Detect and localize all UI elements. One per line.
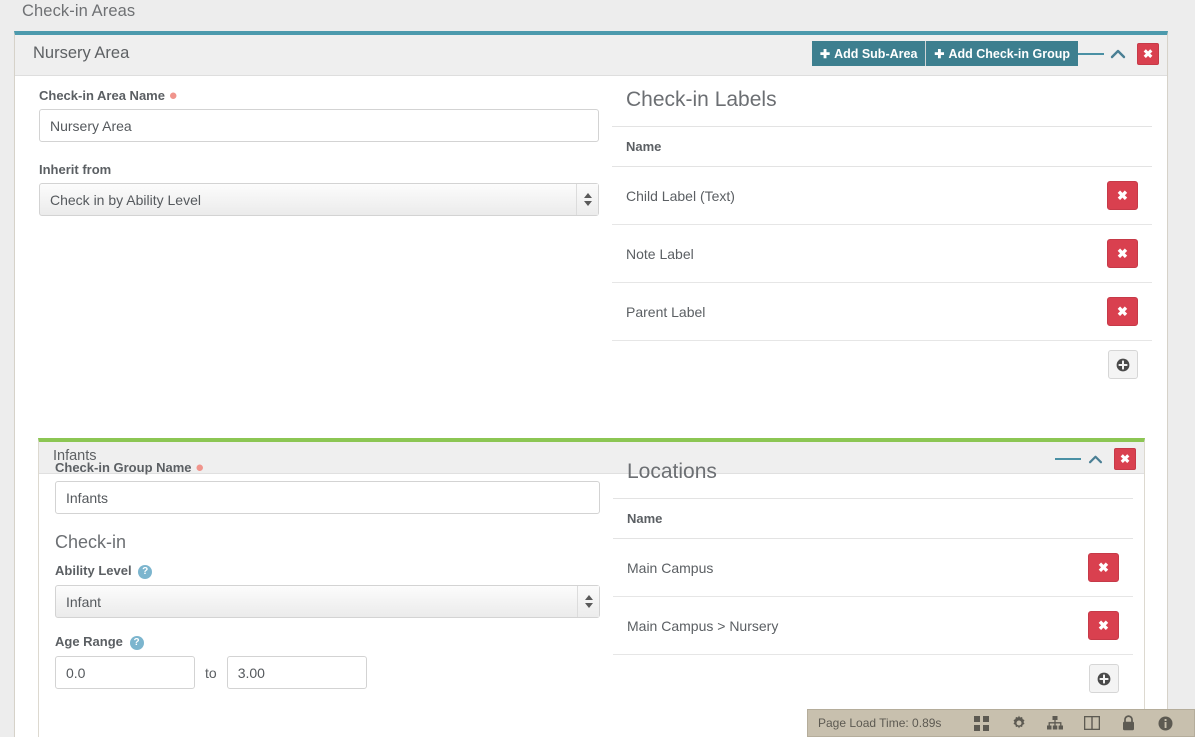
checkin-labels-heading: Check-in Labels (626, 88, 1152, 112)
page-load-time: Page Load Time: 0.89s (818, 716, 941, 730)
page-root: Check-in Areas Nursery Area ✚ Add Sub-Ar… (0, 0, 1195, 737)
checkin-group-name-label-text: Check-in Group Name (55, 460, 192, 475)
location-name: Main Campus (613, 539, 1073, 597)
checkin-group-name-input[interactable] (55, 481, 600, 514)
row-actions: ✖ (1092, 283, 1152, 341)
area-toolbar: ✚ Add Sub-Area ✚ Add Check-in Group ✖ (812, 41, 1159, 66)
checkin-area-name-label-text: Check-in Area Name (39, 88, 165, 103)
add-checkin-group-button[interactable]: ✚ Add Check-in Group (925, 41, 1078, 66)
plus-circle-icon (1097, 672, 1111, 686)
sitemap-icon[interactable] (1037, 710, 1074, 736)
locations-table: Name Main Campus ✖ (613, 498, 1133, 655)
area-panel-header: Nursery Area ✚ Add Sub-Area ✚ Add Check-… (15, 35, 1167, 76)
checkin-labels-table: Name Child Label (Text) ✖ Note Label (612, 126, 1152, 341)
area-form-column: Check-in Area Name ● Inherit from Check … (39, 88, 599, 216)
help-icon[interactable]: ? (130, 636, 144, 650)
area-title: Nursery Area (33, 44, 129, 63)
table-row: Parent Label ✖ (612, 283, 1152, 341)
age-max-input[interactable] (227, 656, 367, 689)
inherit-from-label: Inherit from (39, 162, 599, 177)
table-row: Main Campus ✖ (613, 539, 1133, 597)
table-row: Note Label ✖ (612, 225, 1152, 283)
delete-row-button[interactable]: ✖ (1107, 239, 1138, 268)
ability-level-select-wrapper: Infant (55, 585, 600, 618)
row-actions: ✖ (1092, 167, 1152, 225)
locations-column: Locations Name Main Campus (613, 460, 1133, 693)
label-name: Parent Label (612, 283, 1092, 341)
page-title: Check-in Areas (22, 2, 135, 21)
add-sub-area-label: Add Sub-Area (834, 47, 917, 61)
close-icon[interactable]: ✖ (1137, 43, 1159, 65)
age-range-separator: to (205, 665, 217, 681)
column-header-name: Name (613, 499, 1073, 539)
label-name: Note Label (612, 225, 1092, 283)
table-row: Child Label (Text) ✖ (612, 167, 1152, 225)
add-location-button[interactable] (1089, 664, 1119, 693)
help-icon[interactable]: ? (138, 565, 152, 579)
delete-row-button[interactable]: ✖ (1107, 181, 1138, 210)
age-min-input[interactable] (55, 656, 195, 689)
plus-icon: ✚ (934, 47, 944, 61)
required-marker: ● (195, 459, 204, 476)
row-actions: ✖ (1092, 225, 1152, 283)
required-marker: ● (169, 87, 178, 104)
ability-level-label: Ability Level ? (55, 563, 600, 579)
column-header-name: Name (612, 127, 1092, 167)
checkin-subheading: Check-in (55, 532, 600, 553)
column-header-actions (1092, 127, 1152, 167)
checkin-area-name-input[interactable] (39, 109, 599, 142)
delete-row-button[interactable]: ✖ (1107, 297, 1138, 326)
delete-row-button[interactable]: ✖ (1088, 611, 1119, 640)
label-name: Child Label (Text) (612, 167, 1092, 225)
age-range-label: Age Range ? (55, 634, 600, 650)
table-header-row: Name (612, 127, 1152, 167)
info-icon[interactable] (1147, 710, 1184, 736)
row-actions: ✖ (1073, 597, 1133, 655)
columns-icon[interactable] (1074, 710, 1111, 736)
group-form-column: Check-in Group Name ● Check-in Ability L… (55, 460, 600, 689)
checkin-area-name-label: Check-in Area Name ● (39, 88, 599, 103)
chevron-up-icon[interactable] (1104, 41, 1132, 66)
inherit-from-select-wrapper: Check in by Ability Level (39, 183, 599, 216)
location-name: Main Campus > Nursery (613, 597, 1073, 655)
age-range-label-text: Age Range (55, 634, 123, 649)
age-range-row: to (55, 656, 600, 689)
locations-footer (613, 655, 1133, 693)
locations-heading: Locations (627, 460, 1133, 484)
add-checkin-group-label: Add Check-in Group (948, 47, 1070, 61)
hamburger-icon[interactable] (1078, 41, 1104, 66)
add-checkin-label-button[interactable] (1108, 350, 1138, 379)
plus-icon: ✚ (820, 47, 830, 61)
lock-icon[interactable] (1110, 710, 1147, 736)
add-sub-area-button[interactable]: ✚ Add Sub-Area (812, 41, 925, 66)
table-row: Main Campus > Nursery ✖ (613, 597, 1133, 655)
delete-row-button[interactable]: ✖ (1088, 553, 1119, 582)
checkin-labels-column: Check-in Labels Name Child Label (Text) … (612, 88, 1152, 379)
grid-icon[interactable] (963, 710, 1000, 736)
gear-icon[interactable] (1000, 710, 1037, 736)
inherit-from-select[interactable]: Check in by Ability Level (39, 183, 599, 216)
checkin-group-name-label: Check-in Group Name ● (55, 460, 600, 475)
checkin-group-panel: Infants ✖ Check-in Group Name (38, 438, 1145, 737)
row-actions: ✖ (1073, 539, 1133, 597)
ability-level-select[interactable]: Infant (55, 585, 600, 618)
table-header-row: Name (613, 499, 1133, 539)
checkin-area-panel: Nursery Area ✚ Add Sub-Area ✚ Add Check-… (14, 31, 1168, 737)
ability-level-label-text: Ability Level (55, 563, 132, 578)
plus-circle-icon (1116, 358, 1130, 372)
checkin-labels-footer (612, 341, 1152, 379)
column-header-actions (1073, 499, 1133, 539)
debug-statusbar: Page Load Time: 0.89s (807, 709, 1195, 737)
